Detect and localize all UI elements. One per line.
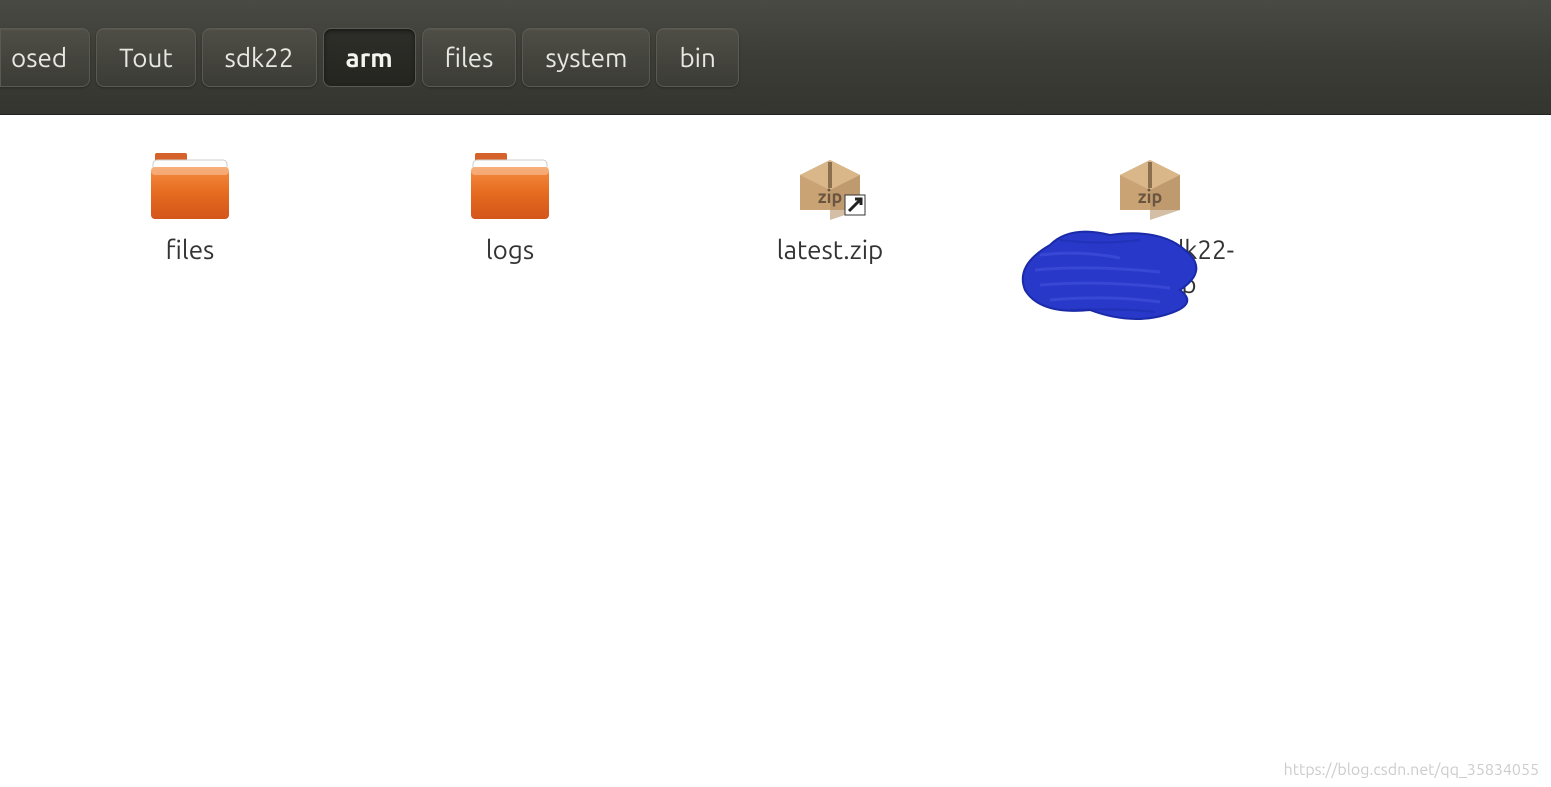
file-label: xposed-sdk22-arm-.zip <box>1020 233 1280 301</box>
file-label: logs <box>486 233 534 267</box>
file-label: files <box>166 233 215 267</box>
folder-logs[interactable]: logs <box>380 145 640 301</box>
breadcrumb-arm[interactable]: arm <box>323 28 416 87</box>
folder-icon <box>145 145 235 225</box>
zip-icon: zip <box>1105 145 1195 225</box>
file-latest-zip[interactable]: zip latest.zip <box>700 145 960 301</box>
breadcrumb-system[interactable]: system <box>522 28 650 87</box>
breadcrumb-tout[interactable]: Tout <box>96 28 195 87</box>
svg-text:zip: zip <box>818 187 843 207</box>
breadcrumb-sdk22[interactable]: sdk22 <box>202 28 317 87</box>
file-xposed-zip[interactable]: zip xposed-sdk22-arm-.zip <box>1020 145 1280 301</box>
zip-link-icon: zip <box>785 145 875 225</box>
breadcrumb-files[interactable]: files <box>422 28 517 87</box>
folder-icon <box>465 145 555 225</box>
breadcrumb-bin[interactable]: bin <box>656 28 738 87</box>
watermark: https://blog.csdn.net/qq_35834055 <box>1284 761 1539 779</box>
file-view: files logs <box>0 115 1551 331</box>
folder-files[interactable]: files <box>60 145 320 301</box>
breadcrumb-bar: osed Tout sdk22 arm files system bin <box>0 0 1551 115</box>
file-label: latest.zip <box>777 233 884 267</box>
svg-text:zip: zip <box>1138 187 1163 207</box>
breadcrumb-osed[interactable]: osed <box>0 28 90 87</box>
